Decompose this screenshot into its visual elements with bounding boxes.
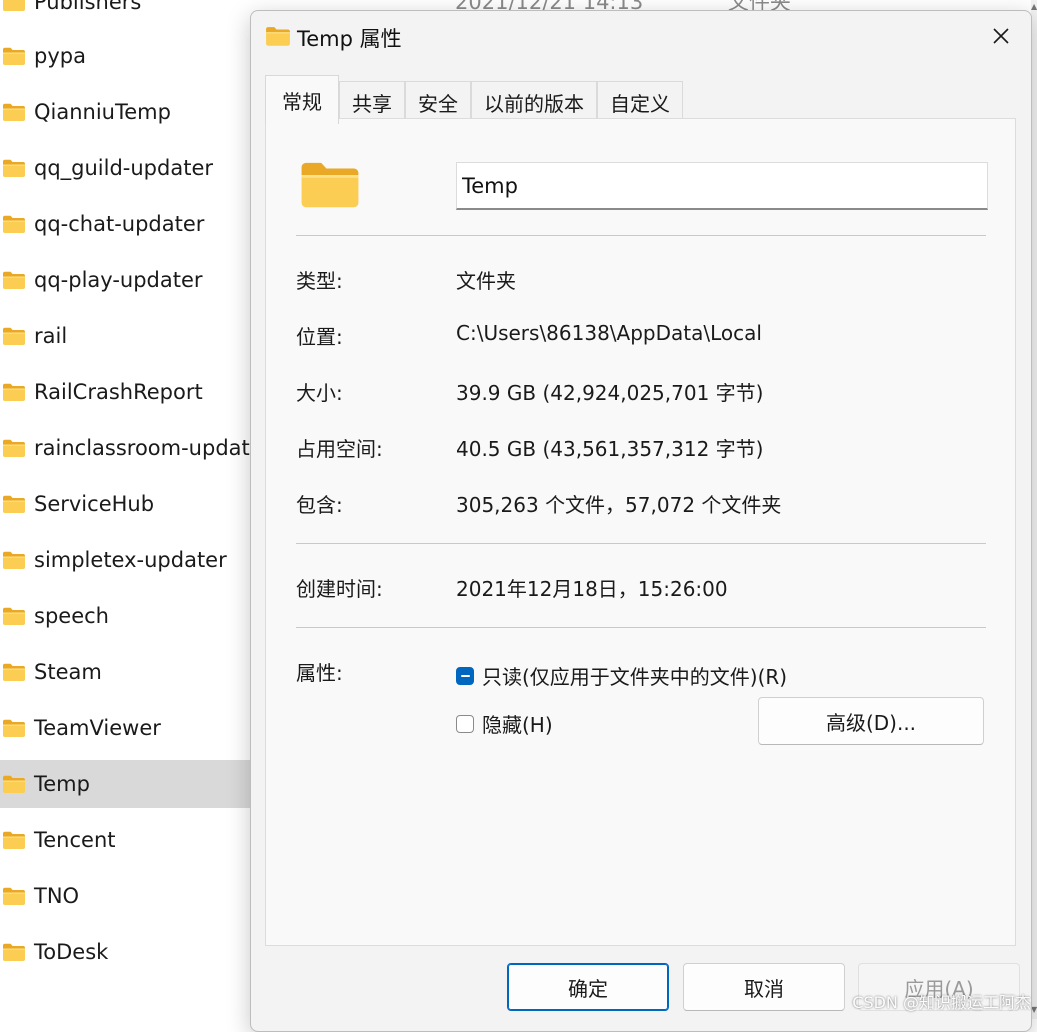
- folder-name: TeamViewer: [34, 716, 161, 740]
- attributes-label: 属性:: [296, 661, 343, 685]
- folder-icon: [2, 158, 26, 178]
- contains-label: 包含:: [296, 493, 343, 517]
- list-item[interactable]: qq-play-updater: [0, 256, 260, 304]
- folder-name-input[interactable]: [456, 162, 988, 210]
- folder-name: Temp: [34, 772, 90, 796]
- folder-icon: [2, 326, 26, 346]
- created-value: 2021年12月18日，15:26:00: [456, 577, 728, 601]
- list-item[interactable]: qq_guild-updater: [0, 144, 260, 192]
- list-item[interactable]: ToDesk: [0, 928, 260, 976]
- folder-name: speech: [34, 604, 109, 628]
- folder-name: pypa: [34, 44, 86, 68]
- readonly-checkbox-label: 只读(仅应用于文件夹中的文件)(R): [482, 665, 788, 689]
- ok-button[interactable]: 确定: [507, 963, 669, 1011]
- location-label: 位置:: [296, 325, 343, 349]
- general-tab-panel: 类型: 文件夹 位置: C:\Users\86138\AppData\Local…: [265, 118, 1016, 946]
- contains-value: 305,263 个文件，57,072 个文件夹: [456, 493, 782, 517]
- folder-icon: [2, 102, 26, 122]
- list-item[interactable]: pypa: [0, 32, 260, 80]
- folder-name: rail: [34, 324, 68, 348]
- size-value: 39.9 GB (42,924,025,701 字节): [456, 381, 764, 405]
- tab-general[interactable]: 常规: [265, 75, 339, 124]
- scroll-up-icon[interactable]: ▲: [1031, 2, 1037, 12]
- watermark: CSDN @知识搬运工阿杰: [852, 993, 1031, 1012]
- hidden-checkbox-box[interactable]: [456, 714, 474, 733]
- size-on-disk-label: 占用空间:: [296, 437, 383, 461]
- folder-icon: [2, 606, 26, 626]
- created-label: 创建时间:: [296, 577, 383, 601]
- cancel-button[interactable]: 取消: [683, 963, 845, 1011]
- readonly-checkbox-box[interactable]: [456, 666, 474, 685]
- folder-icon: [2, 662, 26, 682]
- folder-icon: [2, 382, 26, 402]
- hidden-checkbox-label: 隐藏(H): [482, 713, 553, 737]
- tab-security[interactable]: 安全: [405, 81, 471, 123]
- list-item[interactable]: simpletex-updater: [0, 536, 260, 584]
- divider: [296, 235, 986, 236]
- list-item[interactable]: ServiceHub: [0, 480, 260, 528]
- list-item[interactable]: Steam: [0, 648, 260, 696]
- close-icon: [993, 28, 1009, 44]
- list-item[interactable]: TeamViewer: [0, 704, 260, 752]
- folder-icon: [2, 270, 26, 290]
- folder-name: qq-play-updater: [34, 268, 203, 292]
- folder-name: simpletex-updater: [34, 548, 227, 572]
- folder-icon: [2, 214, 26, 234]
- location-value: C:\Users\86138\AppData\Local: [456, 321, 762, 345]
- tab-previous-versions[interactable]: 以前的版本: [471, 81, 597, 123]
- folder-name: ToDesk: [34, 940, 109, 964]
- size-on-disk-value: 40.5 GB (43,561,357,312 字节): [456, 437, 764, 461]
- folder-name: qq_guild-updater: [34, 156, 214, 180]
- folder-icon: [2, 0, 26, 12]
- list-item[interactable]: rail: [0, 312, 260, 360]
- type-label: 类型:: [296, 269, 343, 293]
- divider: [296, 543, 986, 544]
- size-label: 大小:: [296, 381, 343, 405]
- readonly-checkbox[interactable]: 只读(仅应用于文件夹中的文件)(R): [456, 661, 787, 690]
- folder-name: Tencent: [34, 828, 116, 852]
- list-item[interactable]: rainclassroom-updater: [0, 424, 260, 472]
- folder-name: Steam: [34, 660, 102, 684]
- tab-bar: 常规 共享 安全 以前的版本 自定义: [265, 75, 683, 124]
- close-button[interactable]: [971, 11, 1031, 61]
- divider: [296, 627, 986, 628]
- folder-name: ServiceHub: [34, 492, 155, 516]
- advanced-button[interactable]: 高级(D)...: [758, 697, 984, 745]
- list-item[interactable]: Tencent: [0, 816, 260, 864]
- folder-icon: [2, 942, 26, 962]
- folder-icon: [2, 886, 26, 906]
- folder-icon: [2, 830, 26, 850]
- folder-icon: [265, 25, 291, 47]
- folder-icon: [2, 774, 26, 794]
- type-value: 文件夹: [456, 269, 516, 293]
- hidden-checkbox[interactable]: 隐藏(H): [456, 709, 553, 738]
- list-item[interactable]: speech: [0, 592, 260, 640]
- folder-icon: [2, 438, 26, 458]
- folder-icon: [2, 550, 26, 570]
- folder-name: Publishers: [34, 0, 142, 14]
- list-item[interactable]: Temp: [0, 760, 260, 808]
- folder-name: qq-chat-updater: [34, 212, 205, 236]
- folder-icon: [299, 157, 361, 211]
- folder-icon: [2, 494, 26, 514]
- dialog-title: Temp 属性: [297, 27, 402, 51]
- tab-sharing[interactable]: 共享: [339, 81, 405, 123]
- folder-name: RailCrashReport: [34, 380, 203, 404]
- folder-name: rainclassroom-updater: [34, 436, 260, 460]
- tab-customize[interactable]: 自定义: [597, 81, 683, 123]
- folder-name: QianniuTemp: [34, 100, 171, 124]
- dialog-titlebar[interactable]: Temp 属性: [251, 11, 1031, 65]
- list-item[interactable]: qq-chat-updater: [0, 200, 260, 248]
- folder-icon: [2, 718, 26, 738]
- folder-name: TNO: [34, 884, 80, 908]
- properties-dialog: Temp 属性 常规 共享 安全 以前的版本 自定义 类型: 文件夹 位置: C…: [250, 10, 1032, 1032]
- folder-icon: [2, 46, 26, 66]
- list-item[interactable]: Publishers: [0, 0, 260, 26]
- list-item[interactable]: QianniuTemp: [0, 88, 260, 136]
- list-item[interactable]: TNO: [0, 872, 260, 920]
- list-item[interactable]: RailCrashReport: [0, 368, 260, 416]
